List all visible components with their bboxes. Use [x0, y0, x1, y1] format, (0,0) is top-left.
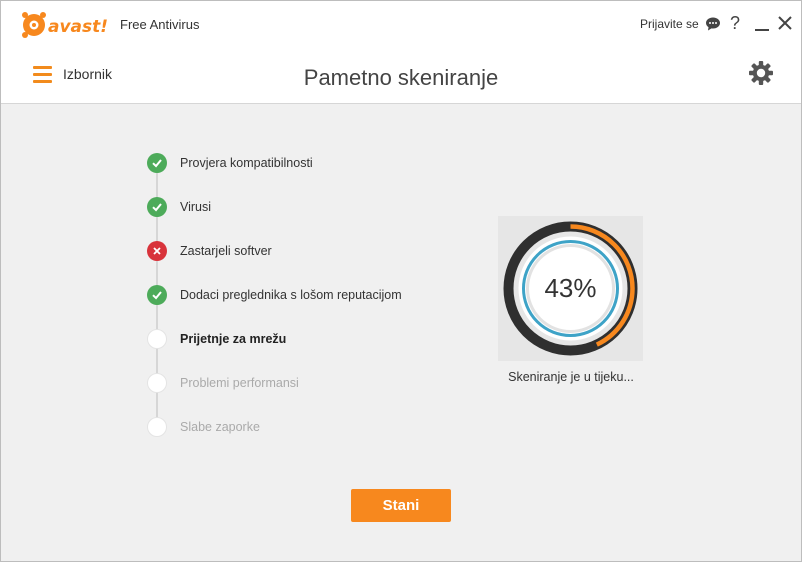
scan-step-label: Slabe zaporke — [180, 420, 260, 434]
scan-step-label: Problemi performansi — [180, 376, 299, 390]
chat-icon[interactable] — [705, 16, 721, 32]
minimize-icon[interactable] — [755, 14, 769, 32]
page-title: Pametno skeniranje — [303, 65, 499, 90]
page-header: Izbornik Pametno skeniranje — [1, 47, 801, 104]
progress-percent: 43% — [544, 273, 597, 303]
scan-step-label: Provjera kompatibilnosti — [180, 156, 313, 170]
stop-button[interactable]: Stani — [351, 489, 451, 522]
progress-ring: 43% — [498, 216, 643, 361]
scan-step: Dodaci preglednika s lošom reputacijom — [147, 285, 402, 305]
scan-step: Provjera kompatibilnosti — [147, 153, 313, 173]
scan-step: Zastarjeli softver — [147, 241, 272, 261]
scan-step-label: Virusi — [180, 200, 212, 214]
gear-icon[interactable] — [748, 60, 774, 86]
scan-step: Virusi — [147, 197, 211, 217]
pending-dot — [147, 417, 167, 437]
close-icon[interactable] — [777, 15, 793, 31]
scan-step: Slabe zaporke — [147, 417, 260, 437]
scan-step: Problemi performansi — [147, 373, 299, 393]
scan-step-label: Prijetnje za mrežu — [180, 332, 287, 346]
check-icon — [147, 153, 167, 173]
pending-dot — [147, 329, 167, 349]
avast-logo: avast! — [22, 12, 108, 38]
cross-icon — [147, 241, 167, 261]
sign-in-link[interactable]: Prijavite se — [640, 17, 699, 31]
product-name: Free Antivirus — [120, 17, 200, 32]
scan-step-label: Dodaci preglednika s lošom reputacijom — [180, 288, 402, 302]
check-icon — [147, 197, 167, 217]
app-window: avast! Free Antivirus Prijavite se ? Izb… — [0, 0, 802, 562]
help-icon[interactable]: ? — [730, 12, 740, 34]
pending-dot — [147, 373, 167, 393]
scan-status-text: Skeniranje je u tijeku... — [508, 370, 634, 384]
brand-text: avast! — [48, 17, 108, 37]
check-icon — [147, 285, 167, 305]
scan-step-label: Zastarjeli softver — [180, 244, 272, 258]
title-bar: avast! Free Antivirus Prijavite se ? — [1, 1, 801, 47]
scan-step: Prijetnje za mrežu — [147, 329, 286, 349]
